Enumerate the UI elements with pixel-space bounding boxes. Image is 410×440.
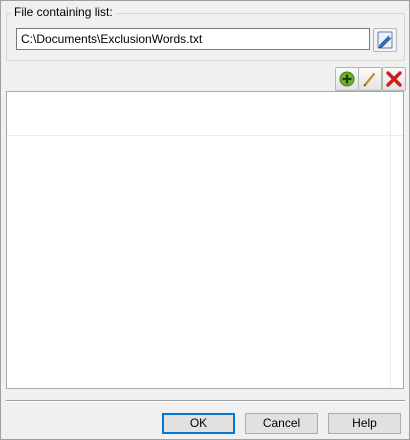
- edit-button[interactable]: [358, 67, 382, 91]
- dialog-window: File containing list: OK Cancel Help: [0, 0, 410, 440]
- list-column-divider: [390, 92, 391, 388]
- add-icon: [339, 71, 355, 87]
- list-row-divider: [7, 135, 403, 136]
- file-path-input[interactable]: [16, 28, 370, 50]
- cancel-button[interactable]: Cancel: [245, 413, 318, 434]
- delete-icon: [386, 71, 402, 87]
- edit-icon: [363, 72, 376, 87]
- file-group-legend: File containing list:: [11, 5, 116, 19]
- separator-line: [6, 400, 405, 402]
- browse-button[interactable]: [373, 28, 397, 52]
- ok-button[interactable]: OK: [162, 413, 235, 434]
- word-list[interactable]: [6, 91, 404, 389]
- delete-button[interactable]: [382, 67, 406, 91]
- add-button[interactable]: [335, 67, 359, 91]
- pencil-edit-icon: [377, 31, 393, 49]
- help-button[interactable]: Help: [328, 413, 401, 434]
